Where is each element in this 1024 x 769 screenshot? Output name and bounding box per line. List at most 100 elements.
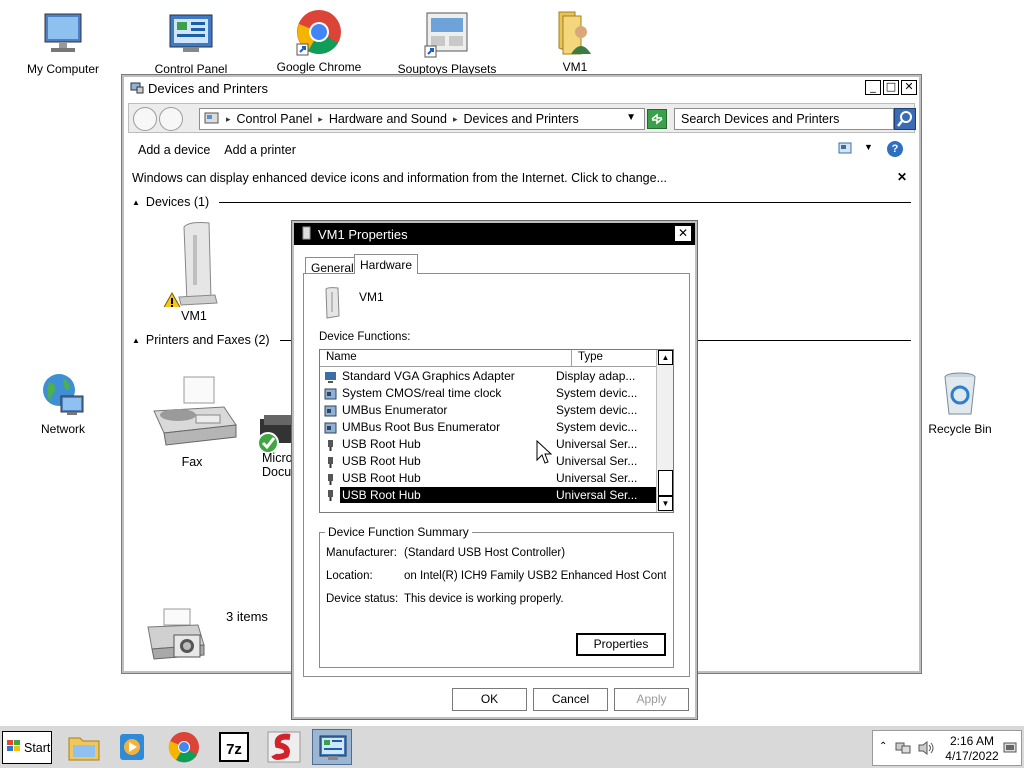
view-dropdown-icon[interactable]: ▼	[864, 142, 873, 152]
printer-item-fax[interactable]: Fax	[142, 375, 242, 469]
device-tower-icon	[320, 286, 346, 323]
column-header-name[interactable]: Name	[320, 350, 572, 366]
user-folder-icon	[551, 8, 599, 56]
help-icon[interactable]: ?	[887, 141, 903, 157]
usb-icon	[324, 439, 337, 452]
printer-label: Fax	[181, 455, 203, 469]
address-bar[interactable]: ▸ Control Panel ▸ Hardware and Sound ▸ D…	[199, 108, 645, 130]
view-options-icon[interactable]	[838, 142, 852, 157]
minimize-button[interactable]: _	[865, 80, 881, 95]
collapse-arrow-icon[interactable]: ▲	[132, 336, 140, 345]
scroll-thumb[interactable]	[658, 470, 673, 496]
souptoys-icon	[267, 731, 301, 763]
maximize-button[interactable]: □	[883, 80, 899, 95]
list-item[interactable]: UMBus Root Bus Enumerator System devic..…	[320, 418, 656, 435]
device-function-summary: Device Function Summary Manufacturer: (St…	[319, 525, 674, 668]
usb-icon	[324, 456, 337, 469]
tab-general[interactable]: General	[305, 257, 360, 275]
collapse-arrow-icon[interactable]: ▲	[132, 198, 140, 207]
show-hidden-icons-chevron-icon[interactable]: ⌃	[879, 741, 887, 752]
desktop-icon-label: My Computer	[26, 62, 100, 76]
control-panel-icon	[167, 10, 215, 58]
breadcrumb-devices-and-printers[interactable]: Devices and Printers	[463, 112, 578, 126]
desktop-icon-network[interactable]: Network	[13, 370, 113, 436]
devices-printers-icon	[130, 80, 144, 97]
information-bar[interactable]: Windows can display enhanced device icon…	[132, 167, 911, 189]
back-button[interactable]	[133, 107, 157, 131]
list-scrollbar[interactable]: ▲ ▼	[656, 350, 673, 512]
column-header-type[interactable]: Type	[572, 350, 658, 366]
command-bar: Add a device Add a printer ▼ ?	[124, 137, 919, 163]
device-name: VM1	[359, 290, 384, 304]
taskbar-file-explorer[interactable]	[64, 729, 104, 765]
breadcrumb-control-panel[interactable]: Control Panel	[237, 112, 313, 126]
close-button[interactable]: ✕	[901, 80, 917, 95]
properties-button[interactable]: Properties	[576, 633, 666, 656]
desktop-icon-control-panel[interactable]: Control Panel	[141, 10, 241, 76]
scroll-up-arrow-icon[interactable]: ▲	[658, 350, 673, 365]
group-header-devices[interactable]: ▲ Devices (1)	[132, 195, 911, 209]
desktop-icon-recycle-bin[interactable]: Recycle Bin	[910, 370, 1010, 436]
tab-hardware[interactable]: Hardware	[354, 254, 419, 274]
taskbar-chrome[interactable]	[164, 729, 204, 765]
network-tray-icon[interactable]	[895, 741, 911, 758]
breadcrumb-hardware-and-sound[interactable]: Hardware and Sound	[329, 112, 447, 126]
list-item[interactable]: Standard VGA Graphics Adapter Display ad…	[320, 367, 656, 384]
search-input[interactable]: Search Devices and Printers	[674, 108, 894, 130]
taskbar-media-player[interactable]	[112, 729, 152, 765]
list-item-selected[interactable]: USB Root Hub Universal Ser...	[320, 486, 656, 503]
forward-button[interactable]	[159, 107, 183, 131]
desktop-icon-my-computer[interactable]: My Computer	[13, 10, 113, 76]
fax-machine-icon	[144, 375, 240, 451]
device-label: VM1	[181, 309, 207, 323]
taskbar-souptoys[interactable]	[264, 729, 304, 765]
apply-button[interactable]: Apply	[614, 688, 689, 711]
taskbar-control-panel-active[interactable]	[312, 729, 352, 765]
window-titlebar[interactable]: Devices and Printers	[124, 77, 919, 99]
desktop-icon-label: Google Chrome	[276, 60, 362, 74]
dialog-close-button[interactable]: ✕	[675, 226, 691, 241]
address-bar-row: ▸ Control Panel ▸ Hardware and Sound ▸ D…	[128, 103, 916, 133]
cancel-button[interactable]: Cancel	[533, 688, 608, 711]
group-title: Devices (1)	[145, 195, 210, 209]
clock[interactable]: 2:16 AM 4/17/2022	[941, 734, 1003, 764]
printer-label-truncated: Micro Docum	[262, 451, 294, 479]
vm1-properties-dialog: VM1 Properties ✕ General Hardware VM1 De…	[291, 220, 698, 720]
volume-icon[interactable]	[917, 740, 935, 759]
add-printer-button[interactable]: Add a printer	[224, 143, 296, 157]
desktop-icon-label: Recycle Bin	[928, 422, 992, 436]
list-item[interactable]: USB Root Hub Universal Ser...	[320, 452, 656, 469]
computer-tower-small-icon	[300, 226, 312, 243]
device-functions-list[interactable]: Name Type Standard VGA Graphics Adapter …	[319, 349, 674, 513]
search-button[interactable]	[894, 108, 916, 130]
computer-icon	[39, 10, 87, 58]
ok-button[interactable]: OK	[452, 688, 527, 711]
list-item[interactable]: UMBus Enumerator System devic...	[320, 401, 656, 418]
desktop-icon-souptoys-playsets[interactable]: Souptoys Playsets	[397, 10, 497, 76]
start-label: Start	[24, 740, 51, 755]
infobar-close-icon[interactable]: ✕	[897, 170, 907, 184]
desktop-icon-label: VM1	[562, 60, 588, 74]
network-globe-icon	[39, 370, 87, 418]
address-dropdown-icon[interactable]: ▼	[626, 112, 636, 123]
refresh-icon	[651, 113, 663, 125]
start-button[interactable]: Start	[2, 731, 52, 764]
action-center-icon[interactable]	[1003, 741, 1017, 758]
refresh-button[interactable]	[647, 109, 667, 129]
desktop-icon-vm1[interactable]: VM1	[525, 8, 625, 74]
chevron-right-icon[interactable]: ▸	[318, 114, 323, 125]
list-item[interactable]: USB Root Hub Universal Ser...	[320, 435, 656, 452]
7zip-icon: 7z	[219, 732, 249, 762]
status-item-count: 3 items	[226, 609, 268, 624]
list-item[interactable]: USB Root Hub Universal Ser...	[320, 469, 656, 486]
taskbar-7zip[interactable]: 7z	[214, 729, 254, 765]
dialog-titlebar[interactable]: VM1 Properties	[294, 223, 695, 245]
control-panel-icon	[319, 735, 347, 760]
scroll-down-arrow-icon[interactable]: ▼	[658, 496, 673, 511]
chevron-right-icon[interactable]: ▸	[453, 114, 458, 125]
hardware-tab-panel: VM1 Device Functions: Name Type Standard…	[303, 273, 690, 677]
add-device-button[interactable]: Add a device	[138, 143, 210, 157]
device-item-vm1[interactable]: VM1	[144, 217, 244, 323]
desktop-icon-google-chrome[interactable]: Google Chrome	[269, 8, 369, 74]
list-item[interactable]: System CMOS/real time clock System devic…	[320, 384, 656, 401]
